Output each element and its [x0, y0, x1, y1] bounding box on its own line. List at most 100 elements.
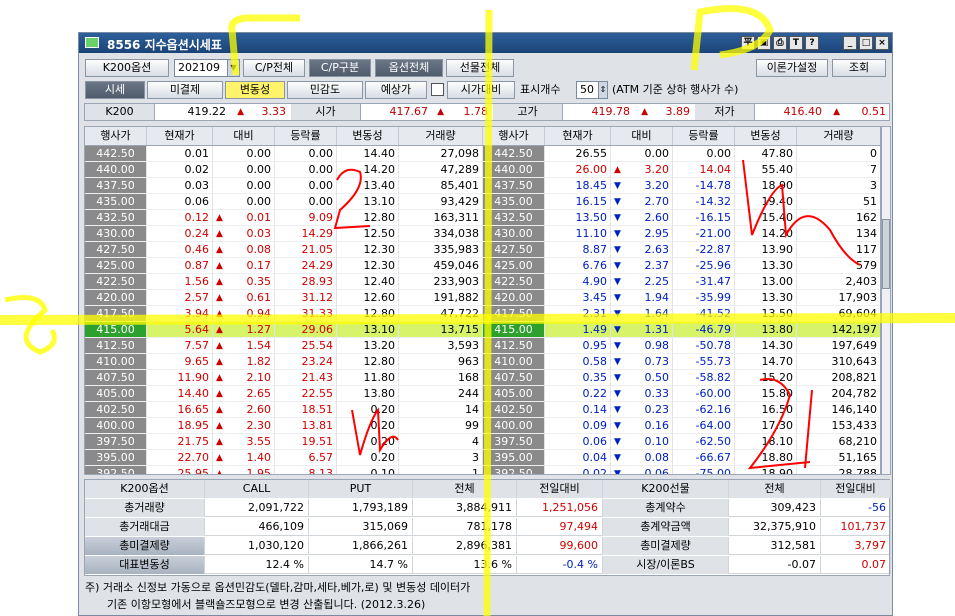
- query-button[interactable]: 조회: [832, 59, 886, 77]
- column-header[interactable]: 대비: [611, 127, 673, 145]
- chevron-down-icon[interactable]: ▼: [227, 60, 239, 76]
- column-header[interactable]: 변동성: [337, 127, 399, 145]
- summary-cell: 3,797: [821, 537, 891, 555]
- table-row[interactable]: 422.50 1.56 0.35 ▲ 28.93 12.40 233,903 422.50 4.…: [85, 274, 880, 290]
- table-row[interactable]: 412.50 7.57 1.54 ▲ 25.54 13.20 3,593 412.50 0.95…: [85, 338, 880, 354]
- table-row[interactable]: 415.00 5.64 1.27 ▲ 29.06 13.10 13,715 415.00 1.4…: [85, 322, 880, 338]
- display-count-stepper[interactable]: 50 ⇕: [576, 81, 608, 99]
- down-arrow-icon: ▼: [614, 277, 621, 287]
- table-cell: 442.50: [85, 146, 147, 162]
- help-icon[interactable]: ?: [805, 36, 819, 50]
- summary-label-button[interactable]: 대표변동성: [85, 556, 205, 574]
- option-all-button[interactable]: 옵션전체: [375, 59, 443, 77]
- summary-row: 총미결제량 1,030,120 1,866,261 2,896,381 99,600 총미…: [85, 537, 891, 555]
- table-cell: 435.00: [483, 194, 545, 210]
- open-compare-button[interactable]: 시가대비: [447, 81, 515, 99]
- tab-sensitivity[interactable]: 민감도: [287, 81, 363, 99]
- table-cell: -50.78: [673, 338, 735, 354]
- minimize-icon[interactable]: _: [843, 36, 857, 50]
- table-cell: 16.65: [147, 402, 213, 418]
- down-arrow-icon: ▼: [614, 181, 621, 191]
- footnote-line-2: 기존 이항모형에서 블랙숄즈모형으로 변경 산출됩니다. (2012.3.26): [107, 598, 426, 611]
- tab-open-interest[interactable]: 미결제: [147, 81, 223, 99]
- window-icon[interactable]: ▣: [757, 36, 771, 50]
- table-row[interactable]: 417.50 3.94 0.94 ▲ 31.33 12.80 47,722 417.50 2.3…: [85, 306, 880, 322]
- table-row[interactable]: 402.50 16.65 2.60 ▲ 18.51 0.20 14 402.50 0.14 0.2…: [85, 402, 880, 418]
- tab-expected[interactable]: 예상가: [365, 81, 427, 99]
- table-row[interactable]: 392.50 25.95 1.95 ▲ 8.13 0.10 1 392.50 0.02 0.06 ▼…: [85, 466, 880, 474]
- table-cell: 440.00: [85, 162, 147, 178]
- table-row[interactable]: 405.00 14.40 2.65 ▲ 22.55 13.80 244 405.00 0.22 0…: [85, 386, 880, 402]
- table-cell: 11.10: [545, 226, 611, 242]
- table-row[interactable]: 440.00 0.02 0.00 0.00 14.20 47,289 440.00 26.00…: [85, 162, 880, 178]
- table-cell: 9.65: [147, 354, 213, 370]
- column-header[interactable]: 현재가: [545, 127, 611, 145]
- down-arrow-icon: ▼: [614, 453, 621, 463]
- table-cell: 310,643: [797, 354, 880, 370]
- k200-option-button[interactable]: K200옵션: [85, 59, 169, 77]
- table-cell: 0.01 ▲: [213, 210, 275, 226]
- table-row[interactable]: 410.00 9.65 1.82 ▲ 23.24 12.80 963 410.00 0.58 0.…: [85, 354, 880, 370]
- month-select[interactable]: 202109 ▼: [174, 59, 240, 77]
- table-row[interactable]: 427.50 0.46 0.08 ▲ 21.05 12.30 335,983 427.50 8.…: [85, 242, 880, 258]
- table-cell: 13.90: [735, 242, 797, 258]
- table-row[interactable]: 420.00 2.57 0.61 ▲ 31.12 12.60 191,882 420.00 3.…: [85, 290, 880, 306]
- table-cell: 395.00: [85, 450, 147, 466]
- table-cell: 26.55: [545, 146, 611, 162]
- table-row[interactable]: 400.00 18.95 2.30 ▲ 13.81 0.20 99 400.00 0.09 0.1…: [85, 418, 880, 434]
- table-row[interactable]: 432.50 0.12 0.01 ▲ 9.09 12.80 163,311 432.50 13.…: [85, 210, 880, 226]
- down-arrow-icon: ▼: [614, 213, 621, 223]
- table-cell: 17,903: [797, 290, 880, 306]
- summary-cell: 781,178: [413, 518, 517, 536]
- tab-quote[interactable]: 시세: [85, 81, 145, 99]
- column-header[interactable]: 변동성: [735, 127, 797, 145]
- table-cell: 0.06: [147, 194, 213, 210]
- cp-split-button[interactable]: C/P구분: [309, 59, 371, 77]
- down-arrow-icon: ▼: [614, 309, 621, 319]
- table-cell: 0.00: [673, 146, 735, 162]
- column-header[interactable]: 대비: [213, 127, 275, 145]
- print-icon[interactable]: ⎙: [773, 36, 787, 50]
- table-cell: 4.90: [545, 274, 611, 290]
- footnote-line-1: 주) 거래소 신정보 가동으로 옵션민감도(델타,감마,세타,베가,로) 및 변…: [85, 581, 471, 594]
- footnote: 주) 거래소 신정보 가동으로 옵션민감도(델타,감마,세타,베가,로) 및 변…: [85, 579, 470, 613]
- summary-label-button[interactable]: 총미결제량: [85, 537, 205, 555]
- table-cell: 2.10 ▲: [213, 370, 275, 386]
- column-header[interactable]: 현재가: [147, 127, 213, 145]
- table-cell: 1.40 ▲: [213, 450, 275, 466]
- table-cell: -31.47: [673, 274, 735, 290]
- stepper-icon[interactable]: ⇕: [598, 82, 607, 98]
- table-row[interactable]: 437.50 0.03 0.00 0.00 13.40 85,401 437.50 18.45…: [85, 178, 880, 194]
- table-row[interactable]: 442.50 0.01 0.00 0.00 14.40 27,098 442.50 26.55…: [85, 146, 880, 162]
- table-row[interactable]: 430.00 0.24 0.03 ▲ 14.29 12.50 334,038 430.00 11…: [85, 226, 880, 242]
- close-icon[interactable]: ×: [875, 36, 889, 50]
- theory-setting-button[interactable]: 이론가설정: [756, 59, 828, 77]
- table-cell: 0.61 ▲: [213, 290, 275, 306]
- table-row[interactable]: 397.50 21.75 3.55 ▲ 19.51 0.20 4 397.50 0.06 0.10…: [85, 434, 880, 450]
- column-header[interactable]: 행사가: [85, 127, 147, 145]
- atm-note: (ATM 기준 상하 행사가 수): [612, 83, 739, 96]
- table-row[interactable]: 395.00 22.70 1.40 ▲ 6.57 0.20 3 395.00 0.04 0.08 ▼…: [85, 450, 880, 466]
- down-arrow-icon: ▼: [614, 197, 621, 207]
- table-row[interactable]: 407.50 11.90 2.10 ▲ 21.43 11.80 168 407.50 0.35 0…: [85, 370, 880, 386]
- cp-all-button[interactable]: C/P전체: [243, 59, 305, 77]
- tab-volatility[interactable]: 변동성: [225, 81, 285, 99]
- table-cell: 13.20: [337, 338, 399, 354]
- column-header[interactable]: 거래량: [797, 127, 880, 145]
- maximize-icon[interactable]: □: [859, 36, 873, 50]
- down-arrow-icon: ▼: [614, 229, 621, 239]
- column-header[interactable]: 행사가: [483, 127, 545, 145]
- column-header[interactable]: 거래량: [399, 127, 483, 145]
- table-row[interactable]: 435.00 0.06 0.00 0.00 13.10 93,429 435.00 16.15…: [85, 194, 880, 210]
- pin-icon[interactable]: 平: [741, 36, 755, 50]
- summary-cell: 총계약금액: [603, 518, 729, 536]
- vertical-scrollbar[interactable]: [881, 126, 891, 475]
- open-compare-checkbox[interactable]: [431, 83, 444, 96]
- table-row[interactable]: 425.00 0.87 0.17 ▲ 24.29 12.30 459,046 425.00 6.…: [85, 258, 880, 274]
- futures-all-button[interactable]: 선물전체: [446, 59, 514, 77]
- table-cell: 2.60 ▼: [611, 210, 673, 226]
- scrollbar-thumb[interactable]: [882, 219, 890, 289]
- column-header[interactable]: 등락률: [673, 127, 735, 145]
- font-icon[interactable]: T: [789, 36, 803, 50]
- column-header[interactable]: 등락률: [275, 127, 337, 145]
